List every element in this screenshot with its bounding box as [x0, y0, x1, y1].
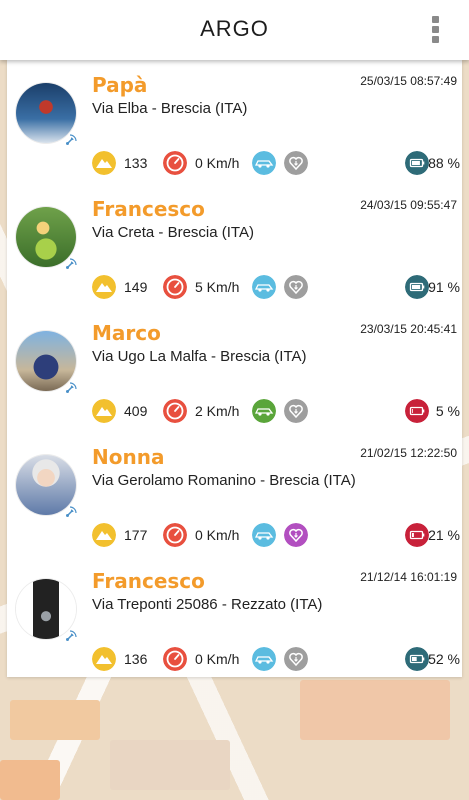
altitude-value: 136 [124, 651, 148, 667]
car-icon [252, 399, 276, 423]
speed-value: 0 Km/h [195, 155, 240, 171]
satellite-icon [66, 630, 77, 641]
speedometer-icon [163, 275, 187, 299]
mountain-icon [92, 151, 116, 175]
device-card[interactable]: Marco 23/03/15 20:45:41 Via Ugo La Malfa… [7, 308, 462, 431]
last-update-timestamp: 21/02/15 12:22:50 [360, 446, 457, 460]
device-card[interactable]: Francesco 24/03/15 09:55:47 Via Creta - … [7, 184, 462, 307]
heart-icon [284, 151, 308, 175]
mountain-icon [92, 647, 116, 671]
heart-icon [284, 647, 308, 671]
battery-value: 91 % [428, 279, 460, 295]
car-icon [252, 523, 276, 547]
altitude-value: 149 [124, 279, 148, 295]
device-name: Papà [92, 73, 148, 97]
device-card[interactable]: Papà 25/03/15 08:57:49 Via Elba - Bresci… [7, 60, 462, 183]
mountain-icon [92, 275, 116, 299]
battery-icon [405, 523, 429, 547]
speedometer-icon [163, 647, 187, 671]
device-name: Francesco [92, 569, 205, 593]
last-update-timestamp: 24/03/15 09:55:47 [360, 198, 457, 212]
mountain-icon [92, 399, 116, 423]
satellite-icon [66, 506, 77, 517]
stats-row: 177 0 Km/h 21 % [92, 523, 460, 549]
speedometer-icon [163, 399, 187, 423]
stats-row: 149 5 Km/h 91 % [92, 275, 460, 301]
device-address: Via Elba - Brescia (ITA) [92, 100, 248, 117]
satellite-icon [66, 382, 77, 393]
battery-fill [412, 657, 417, 661]
device-name: Marco [92, 321, 161, 345]
car-icon [252, 275, 276, 299]
battery-fill [412, 533, 414, 537]
car-icon [252, 647, 276, 671]
speed-value: 5 Km/h [195, 279, 240, 295]
battery-value: 52 % [428, 651, 460, 667]
stats-row: 133 0 Km/h 88 % [92, 151, 460, 177]
battery-icon [405, 647, 429, 671]
car-icon [252, 151, 276, 175]
device-address: Via Ugo La Malfa - Brescia (ITA) [92, 348, 307, 365]
last-update-timestamp: 23/03/15 20:45:41 [360, 322, 457, 336]
altitude-value: 177 [124, 527, 148, 543]
speed-value: 2 Km/h [195, 403, 240, 419]
last-update-timestamp: 21/12/14 16:01:19 [360, 570, 457, 584]
battery-value: 5 % [435, 403, 460, 419]
battery-fill [412, 409, 413, 413]
device-address: Via Treponti 25086 - Rezzato (ITA) [92, 596, 323, 613]
last-update-timestamp: 25/03/15 08:57:49 [360, 74, 457, 88]
heart-icon [284, 523, 308, 547]
device-card[interactable]: Nonna 21/02/15 12:22:50 Via Gerolamo Rom… [7, 432, 462, 555]
app-header: ARGO [0, 0, 469, 60]
satellite-icon [66, 134, 77, 145]
device-name: Nonna [92, 445, 165, 469]
device-address: Via Creta - Brescia (ITA) [92, 224, 254, 241]
battery-value: 88 % [428, 155, 460, 171]
battery-value: 21 % [428, 527, 460, 543]
device-address: Via Gerolamo Romanino - Brescia (ITA) [92, 472, 356, 489]
heart-icon [284, 399, 308, 423]
overflow-menu-icon[interactable] [429, 16, 441, 44]
battery-icon [405, 151, 429, 175]
altitude-value: 409 [124, 403, 148, 419]
speed-value: 0 Km/h [195, 651, 240, 667]
battery-fill [412, 285, 421, 289]
altitude-value: 133 [124, 155, 148, 171]
app-title: ARGO [200, 16, 269, 41]
speed-value: 0 Km/h [195, 527, 240, 543]
battery-icon [405, 399, 429, 423]
satellite-icon [66, 258, 77, 269]
device-card[interactable]: Francesco 21/12/14 16:01:19 Via Treponti… [7, 556, 462, 679]
battery-icon [405, 275, 429, 299]
battery-fill [412, 161, 420, 165]
heart-icon [284, 275, 308, 299]
speedometer-icon [163, 523, 187, 547]
mountain-icon [92, 523, 116, 547]
speedometer-icon [163, 151, 187, 175]
stats-row: 409 2 Km/h 5 % [92, 399, 460, 425]
device-list: Papà 25/03/15 08:57:49 Via Elba - Bresci… [7, 60, 462, 677]
stats-row: 136 0 Km/h 52 % [92, 647, 460, 673]
device-name: Francesco [92, 197, 205, 221]
